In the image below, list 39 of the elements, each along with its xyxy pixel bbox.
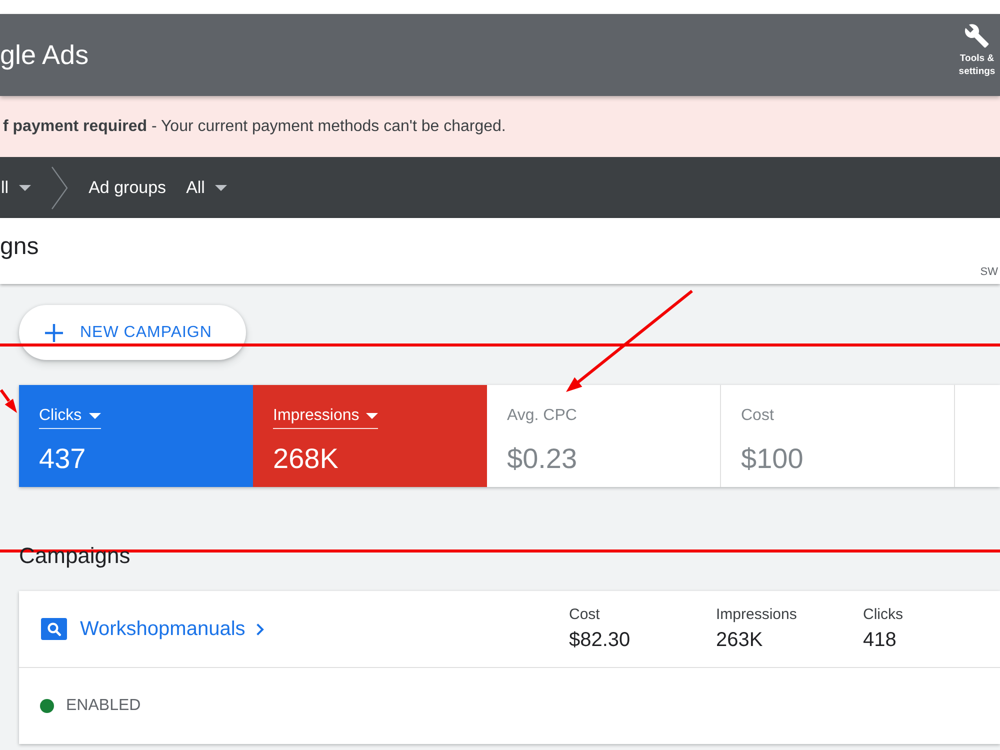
stat-value: 263K <box>716 628 764 652</box>
metric-label: Avg. CPC <box>507 406 577 426</box>
stat-label: Cost <box>569 606 601 624</box>
page-title: gns <box>0 233 39 261</box>
metric-value: $100 <box>741 443 804 475</box>
logo-text: gle Ads <box>0 39 89 72</box>
stat-value: 418 <box>863 628 898 652</box>
caret-icon <box>214 184 227 190</box>
stat-label: Clicks <box>863 606 904 624</box>
chevron-separator-icon <box>50 166 68 210</box>
stat-value: $82.30 <box>569 628 632 652</box>
metric-dropdown[interactable]: Clicks <box>39 406 101 429</box>
search-icon <box>41 618 67 640</box>
stat-label: Impressions <box>716 606 798 624</box>
metric-value: 268K <box>273 443 338 475</box>
corner-text: SW <box>980 266 998 278</box>
filter-dropdown[interactable]: ll <box>1 178 31 198</box>
metric-value: $0.23 <box>507 443 578 475</box>
status-label: ENABLED <box>66 697 141 715</box>
breadcrumb-label[interactable]: Ad groups <box>88 178 166 198</box>
metric-dropdown[interactable]: Impressions <box>273 406 378 429</box>
metric-label: Cost <box>741 406 774 426</box>
metric-card[interactable]: Clicks 437 <box>19 385 253 487</box>
annotation-arrow <box>0 389 17 413</box>
plus-icon <box>45 324 63 342</box>
alert-message: f payment required - Your current payment methods can't be charged. <box>3 118 506 136</box>
caret-icon <box>18 184 31 190</box>
tools-settings-button[interactable]: Tools & settings <box>954 24 1000 78</box>
metric-card[interactable]: Impressions 268K <box>253 385 487 487</box>
filter-dropdown[interactable]: All <box>186 178 227 198</box>
campaign-link[interactable]: Workshopmanuals <box>80 618 264 640</box>
chevron-right-icon <box>256 622 264 636</box>
metric-card[interactable]: Cost $100 <box>721 385 955 487</box>
metric-value: 437 <box>39 443 86 475</box>
caret-icon <box>366 413 378 419</box>
new-campaign-button[interactable]: NEW CAMPAIGN <box>19 305 246 360</box>
metric-card[interactable]: Avg. CPC $0.23 <box>487 385 721 487</box>
wrench-icon <box>965 24 989 48</box>
caret-icon <box>88 413 101 419</box>
